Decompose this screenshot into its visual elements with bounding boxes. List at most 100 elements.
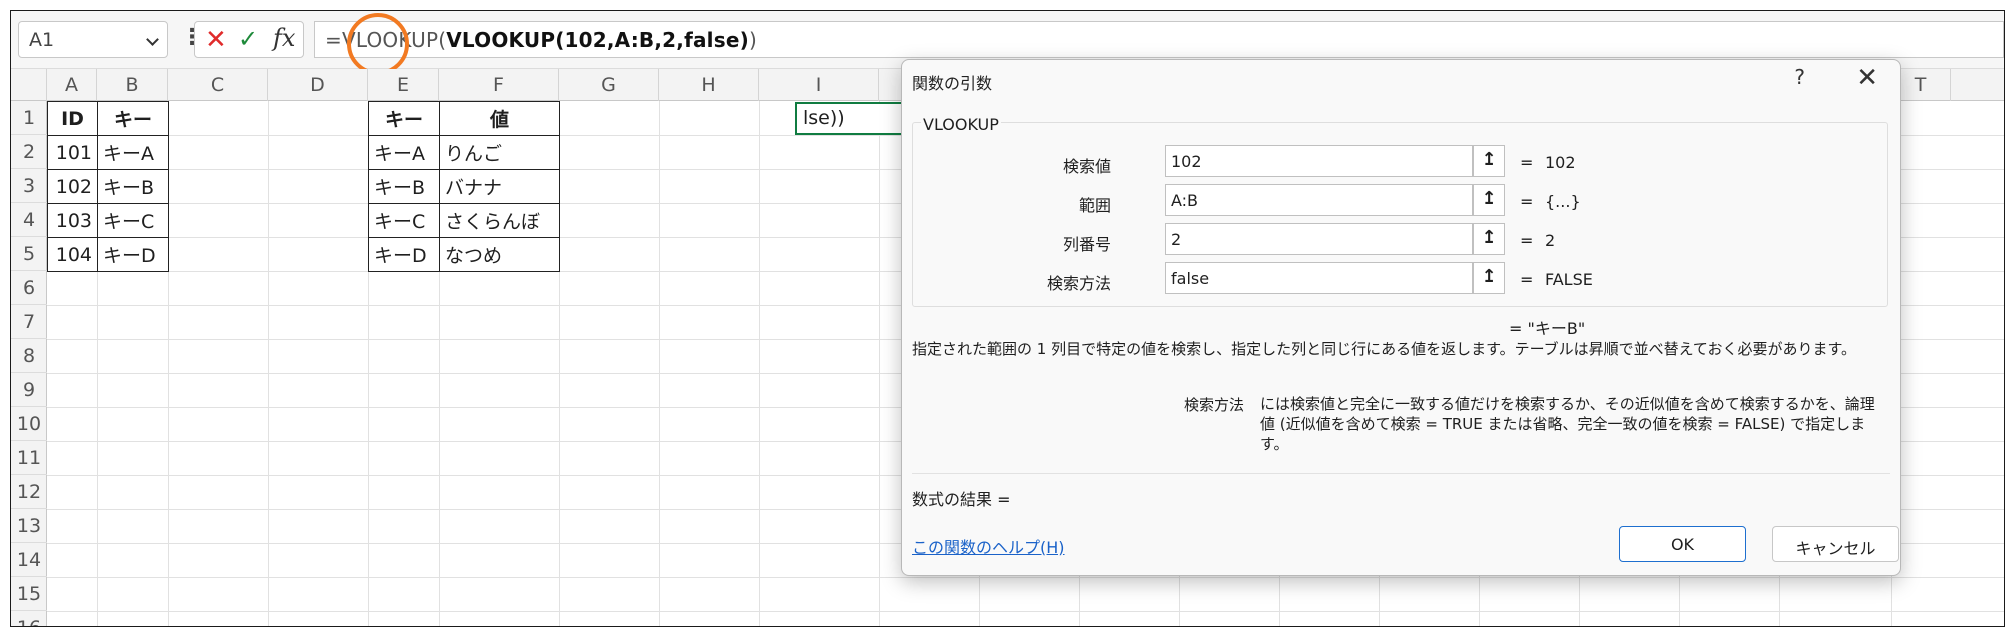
insert-function-icon[interactable]: fx <box>273 24 295 52</box>
row-header[interactable]: 10 <box>11 407 47 441</box>
row-header[interactable]: 8 <box>11 339 47 373</box>
collapse-dialog-icon[interactable]: ↥ <box>1473 262 1505 294</box>
column-header[interactable]: E <box>368 69 439 101</box>
arg-equals: = <box>1520 270 1534 289</box>
table-header-cell[interactable]: キー <box>97 101 169 136</box>
formula-suffix: ) <box>748 28 757 52</box>
chevron-down-icon[interactable] <box>146 33 159 46</box>
arg-label: 範囲 <box>1078 196 1111 215</box>
arg-result: 102 <box>1545 153 1576 172</box>
confirm-entry-icon[interactable]: ✓ <box>238 25 258 53</box>
table-cell[interactable]: 104 <box>47 237 98 272</box>
row-header[interactable]: 6 <box>11 271 47 305</box>
column-header[interactable]: B <box>97 69 168 101</box>
row-header[interactable]: 11 <box>11 441 47 475</box>
table-cell[interactable]: さくらんぼ <box>439 203 560 238</box>
function-result: = "キーB" <box>1509 319 1586 338</box>
arg-label: 検索値 <box>1062 157 1111 176</box>
id-key-table: ID キー 101 キーA 102 キーB 103 キーC 104 キーD <box>47 101 169 272</box>
row-header[interactable]: 16 <box>11 611 47 626</box>
column-header[interactable]: I <box>759 69 879 101</box>
collapse-dialog-icon[interactable]: ↥ <box>1473 184 1505 216</box>
arg-input-lookup-value[interactable]: 102 <box>1165 145 1473 177</box>
column-header[interactable]: G <box>559 69 659 101</box>
ok-button[interactable]: OK <box>1619 526 1746 562</box>
arg-input-range[interactable]: A:B <box>1165 184 1473 216</box>
divider <box>912 473 1890 474</box>
arg-label: 列番号 <box>1062 235 1111 254</box>
arg-equals: = <box>1520 192 1534 211</box>
active-cell-editing[interactable]: lse)) <box>795 102 915 135</box>
name-box[interactable]: A1 <box>18 21 168 58</box>
excel-window: A1 ⋮ ✕ ✓ fx =VLOOKUP(VLOOKUP(102,A:B,2,f… <box>10 10 2005 627</box>
table-cell[interactable]: キーD <box>97 237 169 272</box>
table-cell[interactable]: なつめ <box>439 237 560 272</box>
table-header-cell[interactable]: ID <box>47 101 98 136</box>
arg-label: 検索方法 <box>1046 274 1111 293</box>
cancel-entry-icon[interactable]: ✕ <box>205 25 227 55</box>
collapse-dialog-icon[interactable]: ↥ <box>1473 145 1505 177</box>
column-header[interactable]: C <box>168 69 268 101</box>
function-help-link[interactable]: この関数のヘルプ(H) <box>912 534 1065 558</box>
arg-row-range-lookup: 検索方法 false ↥ = FALSE <box>913 262 1887 296</box>
cursor-highlight-circle <box>347 13 409 75</box>
table-cell[interactable]: キーC <box>97 203 169 238</box>
row-header[interactable]: 14 <box>11 543 47 577</box>
row-header[interactable]: 13 <box>11 509 47 543</box>
table-cell[interactable]: キーB <box>97 169 169 204</box>
row-header[interactable]: 1 <box>11 101 47 135</box>
row-header[interactable]: 2 <box>11 135 47 169</box>
function-name: VLOOKUP <box>921 115 1001 134</box>
row-header[interactable]: 5 <box>11 237 47 271</box>
arg-row-col-index: 列番号 2 ↥ = 2 <box>913 223 1887 257</box>
arg-equals: = <box>1520 153 1534 172</box>
row-header[interactable]: 12 <box>11 475 47 509</box>
row-header[interactable]: 3 <box>11 169 47 203</box>
arg-input-col-index[interactable]: 2 <box>1165 223 1473 255</box>
column-header[interactable]: F <box>439 69 559 101</box>
row-header[interactable]: 15 <box>11 577 47 611</box>
dialog-title: 関数の引数 <box>912 74 993 93</box>
table-cell[interactable]: 103 <box>47 203 98 238</box>
arg-result: FALSE <box>1545 270 1593 289</box>
formula-input[interactable]: =VLOOKUP(VLOOKUP(102,A:B,2,false)) <box>314 21 2004 58</box>
table-header-cell[interactable]: キー <box>368 101 440 136</box>
select-all-corner[interactable] <box>11 69 47 101</box>
active-cell-text: lse)) <box>803 107 845 129</box>
name-box-value: A1 <box>29 29 55 51</box>
table-cell[interactable]: 101 <box>47 135 98 170</box>
table-header-cell[interactable]: 値 <box>439 101 560 136</box>
row-header[interactable]: 7 <box>11 305 47 339</box>
column-header[interactable]: D <box>268 69 368 101</box>
close-icon[interactable]: ✕ <box>1856 63 1878 93</box>
row-header[interactable]: 9 <box>11 373 47 407</box>
arg-equals: = <box>1520 231 1534 250</box>
arg-input-range-lookup[interactable]: false <box>1165 262 1473 294</box>
table-cell[interactable]: キーC <box>368 203 440 238</box>
table-cell[interactable]: キーA <box>368 135 440 170</box>
table-cell[interactable]: キーD <box>368 237 440 272</box>
arg-row-range: 範囲 A:B ↥ = {...} <box>913 184 1887 218</box>
table-cell[interactable]: 102 <box>47 169 98 204</box>
formula-buttons: ✕ ✓ fx <box>194 21 304 58</box>
arguments-group: VLOOKUP 検索値 102 ↥ = 102 範囲 A:B ↥ = {...}… <box>912 115 1888 307</box>
row-header[interactable]: 4 <box>11 203 47 237</box>
table-cell[interactable]: キーA <box>97 135 169 170</box>
key-value-table: キー 値 キーA りんご キーB バナナ キーC さくらんぼ キーD なつめ <box>368 101 560 272</box>
table-cell[interactable]: りんご <box>439 135 560 170</box>
arg-row-lookup-value: 検索値 102 ↥ = 102 <box>913 145 1887 179</box>
formula-result: 数式の結果 = <box>912 490 1011 509</box>
formula-active-part: VLOOKUP(102,A:B,2,false) <box>446 28 749 52</box>
column-header[interactable]: H <box>659 69 759 101</box>
help-icon[interactable]: ? <box>1794 65 1805 89</box>
param-label: 検索方法 <box>1184 396 1245 414</box>
cancel-button[interactable]: キャンセル <box>1772 526 1899 562</box>
column-header[interactable]: A <box>47 69 97 101</box>
table-cell[interactable]: キーB <box>368 169 440 204</box>
collapse-dialog-icon[interactable]: ↥ <box>1473 223 1505 255</box>
arg-result: 2 <box>1545 231 1556 250</box>
function-description: 指定された範囲の 1 列目で特定の値を検索し、指定した列と同じ行にある値を返しま… <box>912 340 1856 358</box>
function-arguments-dialog: 関数の引数 ? ✕ VLOOKUP 検索値 102 ↥ = 102 範囲 A:B… <box>901 59 1901 576</box>
param-description: には検索値と完全に一致する値だけを検索するか、その近似値を含めて検索するかを、論… <box>1260 395 1875 453</box>
table-cell[interactable]: バナナ <box>439 169 560 204</box>
